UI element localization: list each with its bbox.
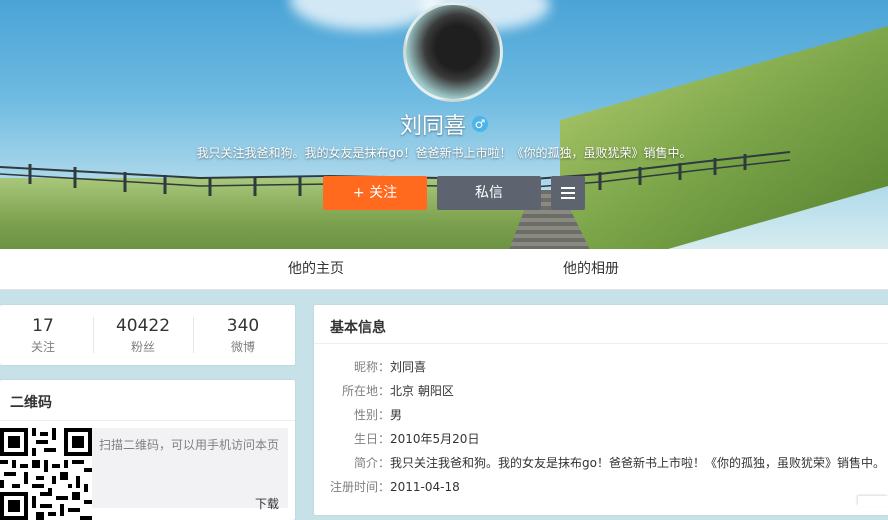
- stat-count: 17: [32, 316, 54, 336]
- info-value: 2011-04-18: [390, 480, 460, 494]
- stat-label: 关注: [30, 340, 55, 354]
- qr-title: 二维码: [10, 395, 52, 411]
- tab-album[interactable]: 他的相册: [563, 249, 619, 289]
- message-button[interactable]: 私信: [437, 176, 541, 210]
- floating-widget-edge[interactable]: [858, 496, 888, 506]
- stat-label: 粉丝: [130, 340, 155, 354]
- info-value: 刘同喜: [390, 360, 427, 374]
- stat-following[interactable]: 17 关注: [0, 315, 91, 355]
- info-value: 我只关注我爸和狗。我的女友是抹布go！爸爸新书上市啦！《你的孤独，虽败犹荣》销售…: [390, 456, 885, 470]
- info-row-birthday: 生日：2010年5月20日: [314, 430, 479, 447]
- info-row-location: 所在地：北京 朝阳区: [314, 382, 454, 399]
- info-value: 北京 朝阳区: [390, 384, 454, 398]
- more-menu-button[interactable]: [551, 176, 585, 210]
- male-gender-icon: ♂: [472, 116, 488, 132]
- stat-label: 微博: [230, 340, 255, 354]
- qr-hint: 扫描二维码，可以用手机访问本页: [99, 438, 280, 452]
- divider: [193, 317, 194, 353]
- info-value: 男: [390, 408, 403, 422]
- profile-name: 刘同喜: [399, 114, 466, 139]
- info-key: 简介：: [353, 456, 390, 470]
- divider: [0, 420, 295, 421]
- divider: [314, 343, 888, 344]
- divider: [93, 317, 94, 353]
- info-row-bio: 简介：我只关注我爸和狗。我的女友是抹布go！爸爸新书上市啦！《你的孤独，虽败犹荣…: [314, 454, 885, 471]
- info-key: 昵称：: [353, 360, 390, 374]
- profile-tabs: 他的主页 他的相册: [0, 249, 888, 290]
- info-key: 生日：: [353, 432, 390, 446]
- avatar[interactable]: [403, 2, 503, 102]
- follow-button[interactable]: + 关注: [323, 176, 427, 210]
- info-key: 注册时间：: [329, 480, 390, 494]
- info-row-register-date: 注册时间：2011-04-18: [314, 478, 460, 495]
- stats-card: 17 关注 40422 粉丝 340 微博: [0, 305, 295, 365]
- info-value: 2010年5月20日: [390, 432, 480, 446]
- stat-count: 40422: [115, 316, 171, 336]
- basic-info-title: 基本信息: [330, 320, 386, 336]
- profile-bio: 我只关注我爸和狗。我的女友是抹布go！爸爸新书上市啦！《你的孤独，虽败犹荣》销售…: [196, 146, 692, 160]
- info-row-gender: 性别：男: [314, 406, 402, 423]
- profile-name-row: 刘同喜 ♂: [0, 108, 888, 140]
- info-key: 性别：: [353, 408, 390, 422]
- stat-posts[interactable]: 340 微博: [195, 315, 291, 355]
- qr-download-link[interactable]: 下载: [255, 495, 279, 512]
- info-key: 所在地：: [341, 384, 390, 398]
- stat-count: 340: [226, 316, 260, 336]
- tab-home[interactable]: 他的主页: [288, 249, 344, 289]
- qr-code-icon: [0, 428, 92, 520]
- stat-followers[interactable]: 40422 粉丝: [95, 315, 191, 355]
- info-row-nickname: 昵称：刘同喜: [314, 358, 426, 375]
